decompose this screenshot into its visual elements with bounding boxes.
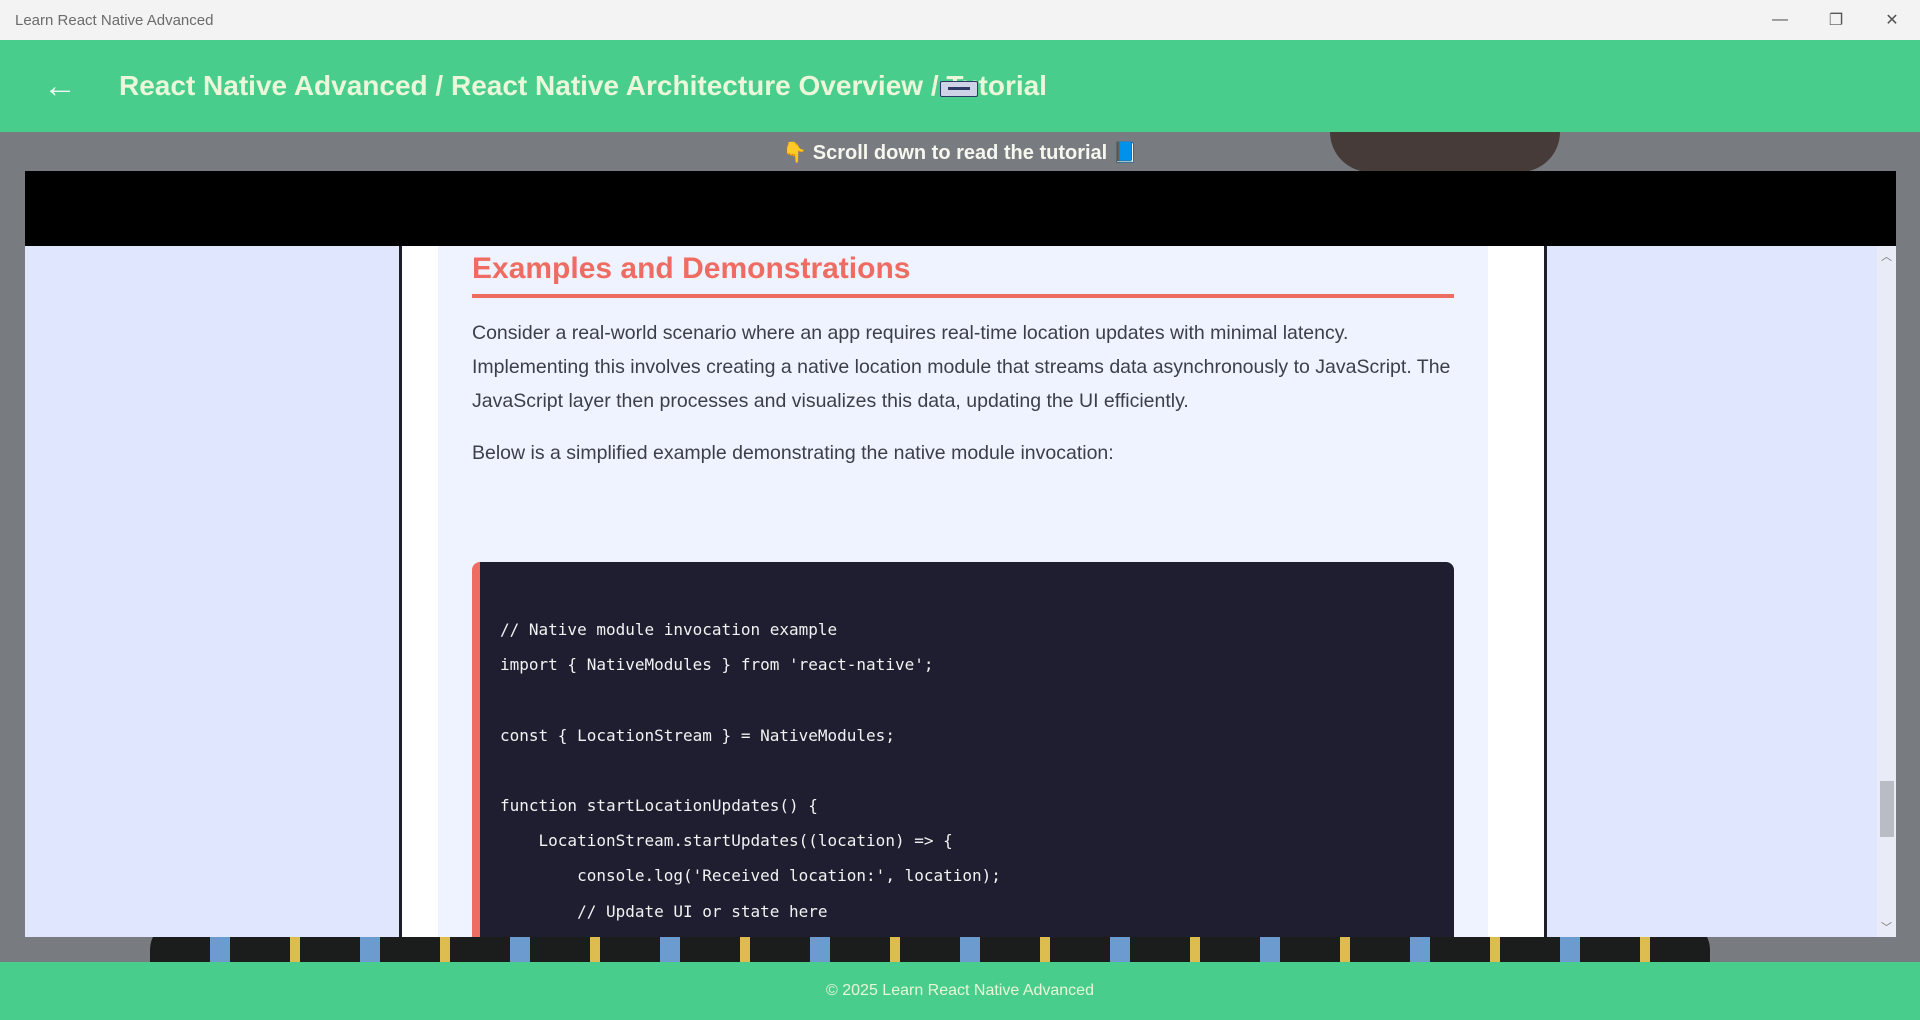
window-titlebar: Learn React Native Advanced — ❐ ✕ [0, 0, 1920, 40]
footer: © 2025 Learn React Native Advanced [0, 962, 1920, 1020]
scroll-down-icon[interactable]: ﹀ [1877, 919, 1896, 935]
code-line: // Update UI or state here [500, 901, 828, 921]
restore-icon[interactable]: ❐ [1808, 0, 1864, 40]
footer-text: © 2025 Learn React Native Advanced [826, 982, 1094, 999]
article-body: Examples and Demonstrations Consider a r… [472, 246, 1454, 470]
code-line: console.log('Received location:', locati… [500, 866, 1001, 886]
minimize-icon[interactable]: — [1752, 0, 1808, 40]
close-icon[interactable]: ✕ [1864, 0, 1920, 40]
code-block: // Native module invocation example impor… [472, 562, 1454, 937]
scroll-up-icon[interactable]: ︿ [1877, 248, 1896, 264]
vertical-scrollbar[interactable]: ︿ ﹀ [1877, 246, 1896, 937]
code-line: const { LocationStream } = NativeModules… [500, 725, 895, 745]
code-line: LocationStream.startUpdates((location) =… [500, 831, 953, 851]
section-title: Examples and Demonstrations [472, 252, 1454, 298]
article-paragraph: Below is a simplified example demonstrat… [472, 442, 1114, 464]
back-arrow-icon[interactable]: ← [36, 62, 84, 110]
window-title: Learn React Native Advanced [15, 11, 214, 29]
content-column: Examples and Demonstrations Consider a r… [399, 246, 1547, 937]
panel-top-bar [25, 171, 1896, 246]
scrollbar-thumb[interactable] [1880, 781, 1894, 837]
window-controls: — ❐ ✕ [1752, 0, 1920, 40]
scroll-hint: 👇 Scroll down to read the tutorial 📘 [782, 141, 1138, 164]
article-paragraph: Consider a real-world scenario where an … [472, 322, 1451, 412]
code-line: function startLocationUpdates() { [500, 796, 818, 815]
drag-handle-icon[interactable] [940, 81, 978, 97]
code-line: import { NativeModules } from 'react-nat… [500, 655, 934, 675]
app-header: ← React Native Advanced / React Native A… [0, 40, 1920, 132]
tutorial-panel: Examples and Demonstrations Consider a r… [25, 171, 1896, 937]
code-line: // Native module invocation example [500, 620, 838, 639]
article-card: Examples and Demonstrations Consider a r… [438, 246, 1488, 937]
breadcrumb: React Native Advanced / React Native Arc… [119, 70, 1047, 101]
